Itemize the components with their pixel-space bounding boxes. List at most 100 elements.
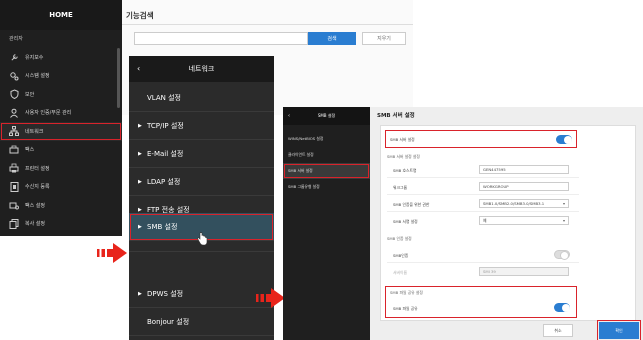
sidebar-item-smb-server[interactable]: SMB 서버 설정 bbox=[283, 163, 370, 179]
network-menu-title: 네트워크 bbox=[188, 65, 215, 73]
divider bbox=[387, 211, 579, 212]
smb-auth-toggle[interactable] bbox=[554, 250, 570, 260]
sidebar-item-copy-settings[interactable]: 복사 설정 bbox=[0, 215, 122, 234]
sidebar-item-label: 팩스 설정 bbox=[25, 202, 45, 209]
auth-label: SMB 인증을 위한 권한 bbox=[393, 202, 430, 207]
host-name-field[interactable]: GEN447595 bbox=[479, 165, 569, 174]
sidebar-item-client[interactable]: 클라이언트 설정 bbox=[283, 147, 370, 163]
sidebar-item-wins[interactable]: WINS/NetBIOS 설정 bbox=[283, 131, 370, 147]
red-arrow-icon bbox=[97, 243, 127, 263]
search-button[interactable]: 검색 bbox=[308, 32, 356, 45]
menu-item-ldap[interactable]: ▶ LDAP 설정 bbox=[129, 168, 274, 196]
signing-select-value: 예 bbox=[483, 218, 487, 223]
address-book-icon bbox=[9, 181, 19, 192]
ok-button[interactable]: 확인 bbox=[597, 320, 641, 340]
sidebar-item-user-auth[interactable]: 사용자 인증/부문 관리 bbox=[0, 104, 122, 123]
menu-item-label: Bonjour 설정 bbox=[147, 317, 190, 326]
triangle-right-icon: ▶ bbox=[138, 178, 142, 185]
share-label: SMB 파일 공유 bbox=[393, 306, 418, 311]
chevron-down-icon: ▾ bbox=[562, 201, 565, 206]
divider bbox=[387, 177, 579, 178]
shield-icon bbox=[9, 89, 19, 100]
page-title: 기능검색 bbox=[126, 11, 154, 20]
id-field[interactable]: SMI 39 bbox=[479, 267, 569, 276]
menu-item-email[interactable]: ▶ E-Mail 설정 bbox=[129, 140, 274, 168]
auth-section-label: SMB 인증 설정 bbox=[387, 236, 412, 241]
sidebar-item-network[interactable]: 네트워크 bbox=[0, 122, 122, 141]
sidebar-item-label: 보안 bbox=[25, 91, 35, 98]
home-button[interactable]: HOME bbox=[0, 0, 122, 30]
search-input[interactable] bbox=[134, 32, 308, 45]
sidebar-item-address-book[interactable]: 수신지 등록 bbox=[0, 178, 122, 197]
smb-server-toggle[interactable] bbox=[556, 135, 572, 144]
menu-item-label: VLAN 설정 bbox=[147, 93, 181, 102]
sidebar-item-system-settings[interactable]: 시스템 설정 bbox=[0, 67, 122, 86]
sidebar-item-maintenance[interactable]: 유지보수 bbox=[0, 48, 122, 67]
sidebar-item-label: 복사 설정 bbox=[25, 221, 45, 228]
sidebar-item-label: 사용자 인증/부문 관리 bbox=[25, 110, 72, 117]
admin-label: 관리자 bbox=[9, 36, 23, 42]
network-icon bbox=[9, 126, 19, 137]
share-section-label: SMB 파일 공유 설정 bbox=[390, 290, 423, 295]
smb-file-share-toggle[interactable] bbox=[554, 303, 570, 312]
id-label: 서버이름 bbox=[393, 270, 407, 275]
menu-item-vlan[interactable]: VLAN 설정 bbox=[129, 84, 274, 112]
sidebar-scrollbar[interactable] bbox=[117, 48, 120, 108]
printer-icon bbox=[9, 163, 19, 173]
clear-button[interactable]: 지우기 bbox=[362, 32, 406, 45]
back-icon[interactable]: ‹ bbox=[137, 56, 140, 82]
back-icon[interactable]: ‹ bbox=[288, 107, 290, 125]
auth-select[interactable]: SMB1.0/SMB2.0/SMB3.0/SMB3.1 ▾ bbox=[479, 199, 569, 208]
sidebar-item-printer-settings[interactable]: 프린터 설정 bbox=[0, 159, 122, 178]
workgroup-field[interactable]: WORKGROUP bbox=[479, 182, 569, 191]
cancel-button[interactable]: 취소 bbox=[543, 324, 573, 337]
sidebar-item-label: 유지보수 bbox=[25, 54, 44, 61]
triangle-right-icon: ▶ bbox=[138, 150, 142, 157]
menu-item-label: DPWS 설정 bbox=[147, 289, 184, 298]
sidebar-item-fax[interactable]: 팩스 bbox=[0, 141, 122, 160]
divider bbox=[122, 24, 413, 25]
sidebar-item-label: 수신지 등록 bbox=[25, 184, 50, 191]
menu-item-label: E-Mail 설정 bbox=[147, 149, 184, 158]
workgroup-label: 워크그룹 bbox=[393, 185, 407, 190]
menu-item-tcpip[interactable]: ▶ TCP/IP 설정 bbox=[129, 112, 274, 140]
menu-item-label: LDAP 설정 bbox=[147, 177, 181, 186]
divider bbox=[387, 194, 579, 195]
auth-select-value: SMB1.0/SMB2.0/SMB3.0/SMB3.1 bbox=[483, 201, 545, 206]
user-icon bbox=[9, 108, 19, 118]
signing-label: SMB 서명 설정 bbox=[393, 219, 418, 224]
sidebar-item-label: 프린터 설정 bbox=[25, 165, 50, 172]
sidebar-item-label: 팩스 bbox=[25, 147, 35, 154]
network-menu-header: ‹ 네트워크 bbox=[129, 56, 274, 82]
menu-item-bonjour[interactable]: Bonjour 설정 bbox=[129, 308, 274, 336]
sidebar-item-label: 네트워크 bbox=[25, 128, 44, 135]
sidebar-item-label: 시스템 설정 bbox=[25, 73, 50, 80]
menu-item-dpws[interactable]: ▶ DPWS 설정 bbox=[129, 280, 274, 308]
smb-settings-panel: ‹ SMB 설정 WINS/NetBIOS 설정 클라이언트 설정 SMB 서버… bbox=[283, 107, 643, 340]
tools-icon bbox=[9, 52, 19, 62]
chevron-down-icon: ▾ bbox=[562, 218, 565, 223]
triangle-right-icon: ▶ bbox=[138, 290, 142, 297]
triangle-right-icon: ▶ bbox=[138, 223, 142, 230]
menu-item-label: TCP/IP 설정 bbox=[147, 121, 184, 130]
triangle-right-icon: ▶ bbox=[138, 122, 142, 129]
gears-icon bbox=[9, 71, 19, 81]
main-sidebar: HOME 관리자 유지보수 시스템 설정 보안 사용자 인증/부문 관리 네트워… bbox=[0, 0, 122, 236]
divider bbox=[387, 262, 579, 263]
sidebar-item-security[interactable]: 보안 bbox=[0, 85, 122, 104]
triangle-right-icon: ▶ bbox=[138, 206, 142, 213]
copy-icon bbox=[9, 218, 19, 229]
red-arrow-icon bbox=[256, 288, 285, 308]
smb-server-setting-label: SMB 서버 설정 bbox=[390, 137, 415, 142]
page-title: SMB 서버 설정 bbox=[377, 113, 415, 119]
signing-select[interactable]: 예 ▾ bbox=[479, 216, 569, 225]
fax-settings-icon bbox=[9, 200, 19, 210]
sidebar-item-smb-group[interactable]: SMB 그룹유형 설정 bbox=[283, 179, 370, 195]
host-name-label: SMB 호스트명 bbox=[393, 168, 417, 173]
menu-item-label: SMB 설정 bbox=[147, 222, 178, 231]
hand-cursor-icon bbox=[197, 232, 208, 246]
smb-sidebar-header: ‹ SMB 설정 bbox=[283, 107, 370, 125]
fax-icon bbox=[9, 145, 19, 155]
server-section-label: SMB 서버 설정 설정 bbox=[387, 154, 420, 159]
sidebar-item-fax-settings[interactable]: 팩스 설정 bbox=[0, 196, 122, 215]
